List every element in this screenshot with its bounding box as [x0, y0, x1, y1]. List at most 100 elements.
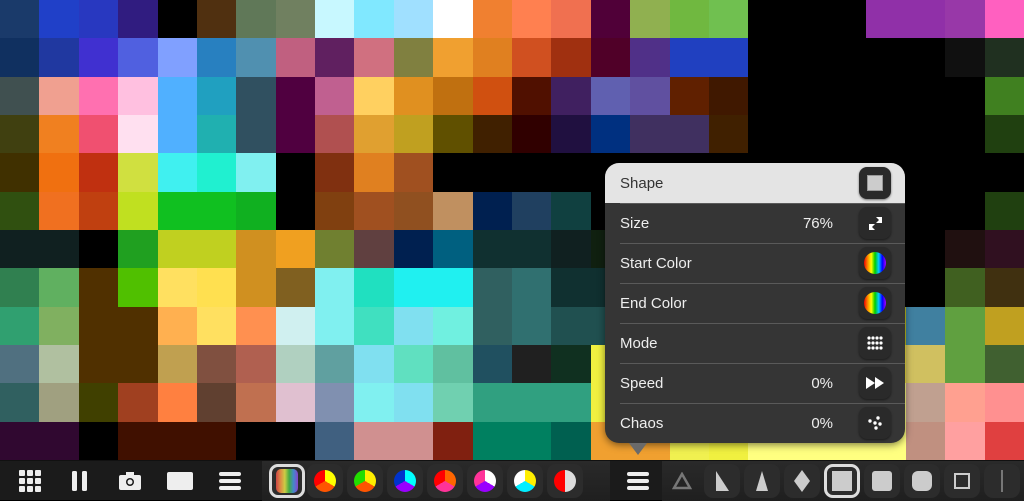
square-icon — [867, 175, 883, 191]
shape-right-triangle-button[interactable] — [704, 464, 740, 498]
color-wheel-button[interactable] — [859, 287, 891, 319]
mosaic-tile — [472, 344, 512, 384]
row-separator — [620, 403, 905, 404]
shape-menu-button[interactable] — [621, 465, 655, 497]
mosaic-tile — [196, 344, 237, 384]
shape-rounder-square-button[interactable] — [904, 464, 940, 498]
mosaic-tile — [512, 229, 552, 269]
palette-rainbow-swatch[interactable] — [269, 464, 305, 498]
mosaic-tile — [236, 421, 276, 460]
mosaic-tile — [512, 0, 552, 39]
mosaic-tile — [945, 0, 985, 39]
mosaic-tile — [78, 229, 119, 269]
shape-tall-triangle-button[interactable] — [744, 464, 780, 498]
palette-swatch[interactable] — [307, 464, 343, 498]
grid-dots-button[interactable] — [859, 327, 891, 359]
mosaic-tile — [433, 268, 473, 307]
mosaic-tile — [708, 38, 749, 77]
mosaic-tile — [39, 268, 79, 307]
palette-swatch[interactable] — [507, 464, 543, 498]
popup-row-size[interactable]: Size 76% — [605, 203, 905, 243]
mosaic-tile — [196, 114, 237, 154]
mosaic-tile — [0, 268, 40, 307]
row-label: Shape — [620, 174, 664, 192]
popup-row-speed[interactable]: Speed 0% — [605, 363, 905, 403]
mosaic-tile — [39, 0, 79, 39]
mosaic-tile — [354, 38, 394, 77]
scatter-dots-icon — [867, 415, 883, 431]
palette-swatch[interactable] — [547, 464, 583, 498]
palette-swatch[interactable] — [467, 464, 503, 498]
popup-row-chaos[interactable]: Chaos 0% — [605, 403, 905, 443]
mosaic-tile — [472, 114, 512, 154]
mosaic-tile — [157, 306, 197, 345]
shape-rounded-square-button[interactable] — [864, 464, 900, 498]
mosaic-tile — [512, 421, 552, 460]
popup-row-mode[interactable]: Mode — [605, 323, 905, 363]
popup-row-end-color[interactable]: End Color — [605, 283, 905, 323]
mosaic-tile — [669, 38, 709, 77]
shape-triangle-outline-button[interactable] — [664, 464, 700, 498]
popup-row-start-color[interactable]: Start Color — [605, 243, 905, 283]
mosaic-tile — [275, 114, 316, 154]
popup-row-shape[interactable]: Shape — [605, 163, 905, 203]
square-outline-icon — [954, 473, 970, 489]
pause-button[interactable] — [63, 465, 97, 497]
mosaic-tile — [551, 76, 591, 115]
mosaic-tile — [78, 38, 119, 77]
mosaic-tile — [945, 421, 985, 460]
menu-button[interactable] — [213, 465, 247, 497]
fast-forward-icon — [866, 377, 884, 389]
color-wheel-button[interactable] — [859, 247, 891, 279]
mosaic-tile — [196, 306, 237, 345]
shape-square-button[interactable] — [824, 464, 860, 498]
palette-swatch[interactable] — [427, 464, 463, 498]
shape-square-outline-button[interactable] — [944, 464, 980, 498]
mosaic-tile — [315, 306, 355, 345]
mosaic-tile — [315, 76, 355, 115]
mosaic-tile — [905, 344, 946, 384]
mosaic-tile — [0, 229, 40, 269]
rectangle-button[interactable] — [163, 465, 197, 497]
resize-button[interactable] — [859, 207, 891, 239]
palette-swatch[interactable] — [387, 464, 423, 498]
mosaic-tile — [78, 306, 119, 345]
mosaic-tile — [708, 76, 749, 115]
mosaic-tile — [236, 76, 276, 115]
mosaic-tile — [512, 114, 552, 154]
mosaic-tile — [0, 76, 40, 115]
resize-icon — [867, 215, 883, 231]
shape-diamond-button[interactable] — [784, 464, 820, 498]
mosaic-tile — [315, 191, 355, 230]
mosaic-tile — [393, 383, 434, 422]
mosaic-tile — [433, 191, 473, 230]
mosaic-tile — [551, 383, 591, 422]
row-value: 0% — [811, 374, 833, 392]
row-separator — [620, 243, 905, 244]
grid-button[interactable] — [13, 465, 47, 497]
mosaic-tile — [118, 229, 158, 269]
mosaic-tile — [945, 38, 985, 77]
mosaic-tile — [748, 38, 788, 77]
scatter-dots-button[interactable] — [859, 407, 891, 439]
mosaic-tile — [315, 268, 355, 307]
square-button[interactable] — [859, 167, 891, 199]
fast-forward-button[interactable] — [859, 367, 891, 399]
mosaic-tile — [393, 268, 434, 307]
shape-line-button[interactable] — [984, 464, 1020, 498]
mosaic-tile — [551, 421, 591, 460]
row-separator — [620, 283, 905, 284]
mosaic-tile — [393, 76, 434, 115]
mosaic-tile — [827, 0, 867, 39]
palette-swatch[interactable] — [347, 464, 383, 498]
mosaic-tile — [196, 383, 237, 422]
camera-icon — [119, 472, 141, 490]
camera-button[interactable] — [113, 465, 147, 497]
mosaic-tile — [433, 38, 473, 77]
mosaic-tile — [472, 191, 512, 230]
mosaic-tile — [905, 38, 946, 77]
mosaic-tile — [236, 268, 276, 307]
color-wheel-icon — [864, 252, 886, 274]
mosaic-tile — [354, 229, 394, 269]
row-value: 76% — [802, 214, 833, 232]
